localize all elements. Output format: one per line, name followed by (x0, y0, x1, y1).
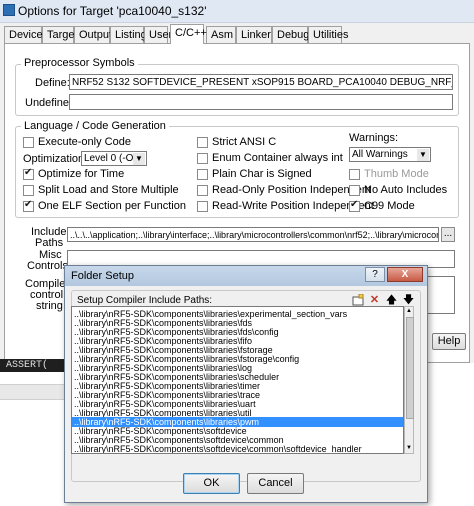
execute-only-checkbox[interactable] (23, 137, 34, 148)
warnings-select[interactable]: All Warnings ▼ (349, 147, 431, 162)
chevron-down-icon: ▼ (417, 149, 429, 161)
dialog-close-button[interactable]: X (387, 267, 423, 282)
ok-button[interactable]: OK (183, 473, 240, 494)
strict-ansi-checkbox[interactable] (197, 137, 208, 148)
tab-linker[interactable]: Linker (236, 26, 272, 43)
tab-device[interactable]: Device (4, 26, 43, 43)
dialog-title: Folder Setup (71, 270, 134, 282)
no-auto-includes-label: No Auto Includes (364, 184, 448, 196)
one-elf-checkbox[interactable] (23, 199, 34, 212)
folder-setup-dialog: Folder Setup ? X Setup Compiler Include … (64, 265, 428, 503)
help-button[interactable]: Help (432, 333, 466, 350)
list-item[interactable]: ..\library\nRF5-SDK\components\softdevic… (72, 444, 403, 453)
tab-listing[interactable]: Listing (110, 26, 147, 43)
chevron-down-icon: ▼ (133, 153, 145, 165)
misc-label-2: Controls (27, 260, 68, 272)
include-paths-list[interactable]: ..\library\nRF5-SDK\components\libraries… (71, 306, 404, 454)
define-input[interactable]: NRF52 S132 SOFTDEVICE_PRESENT xSOP915 BO… (69, 74, 453, 90)
scroll-thumb[interactable] (406, 317, 414, 419)
thumb-mode-checkbox[interactable] (349, 169, 360, 180)
dialog-help-icon[interactable]: ? (365, 267, 385, 282)
tab-output[interactable]: Output (74, 26, 112, 43)
optimize-time-checkbox[interactable] (23, 167, 34, 180)
scroll-up-icon[interactable]: ▲ (405, 307, 413, 316)
no-auto-includes-checkbox[interactable] (349, 185, 360, 196)
warnings-label: Warnings: (349, 132, 399, 144)
compiler-label-3: string (36, 300, 63, 312)
plain-char-checkbox[interactable] (197, 169, 208, 180)
optimization-label: Optimization: (23, 153, 88, 165)
tab-c-cpp[interactable]: C/C++ (170, 24, 207, 44)
thumb-mode-label: Thumb Mode (364, 168, 429, 180)
warnings-value: All Warnings (352, 149, 408, 160)
include-browse-button[interactable]: ... (441, 227, 455, 242)
tab-target[interactable]: Target (42, 26, 78, 43)
strict-ansi-label: Strict ANSI C (212, 136, 277, 148)
enum-container-label: Enum Container always int (212, 152, 343, 164)
tab-utilities[interactable]: Utilities (308, 26, 348, 43)
enum-container-checkbox[interactable] (197, 153, 208, 164)
tab-debug[interactable]: Debug (272, 26, 309, 43)
split-load-checkbox[interactable] (23, 185, 34, 196)
tab-asm[interactable]: Asm (206, 26, 236, 43)
define-label: Define: (35, 77, 70, 89)
one-elf-label: One ELF Section per Function (38, 200, 186, 212)
include-paths-input[interactable]: ..\..\..\application;..\library\interfac… (67, 227, 439, 242)
app-icon (3, 4, 15, 16)
preprocessor-group-label: Preprocessor Symbols (21, 57, 138, 69)
ro-position-checkbox[interactable] (197, 185, 208, 196)
execute-only-label: Execute-only Code (38, 136, 131, 148)
dialog-titlebar: Folder Setup ? X (65, 266, 427, 286)
list-scrollbar[interactable]: ▲ ▼ (404, 306, 414, 454)
undefine-input[interactable] (69, 94, 453, 110)
include-paths-group-label: Setup Compiler Include Paths: (77, 295, 213, 306)
window-title: Options for Target 'pca10040_s132' (18, 4, 207, 18)
scroll-down-icon[interactable]: ▼ (405, 444, 413, 453)
c99-mode-label: C99 Mode (364, 200, 415, 212)
undefine-label: Undefine: (25, 97, 73, 109)
optimization-select[interactable]: Level 0 (-O0) ▼ (81, 151, 147, 166)
rw-position-checkbox[interactable] (197, 201, 208, 212)
include-label-2: Paths (35, 237, 64, 249)
optimize-time-label: Optimize for Time (38, 168, 125, 180)
c99-mode-checkbox[interactable] (349, 199, 360, 212)
language-group-label: Language / Code Generation (21, 120, 169, 132)
plain-char-label: Plain Char is Signed (212, 168, 312, 180)
ro-position-label: Read-Only Position Independent (212, 184, 371, 196)
cancel-button[interactable]: Cancel (247, 473, 304, 494)
window-titlebar: Options for Target 'pca10040_s132' (0, 0, 474, 23)
split-load-label: Split Load and Store Multiple (38, 184, 179, 196)
tab-user[interactable]: User (144, 26, 172, 43)
